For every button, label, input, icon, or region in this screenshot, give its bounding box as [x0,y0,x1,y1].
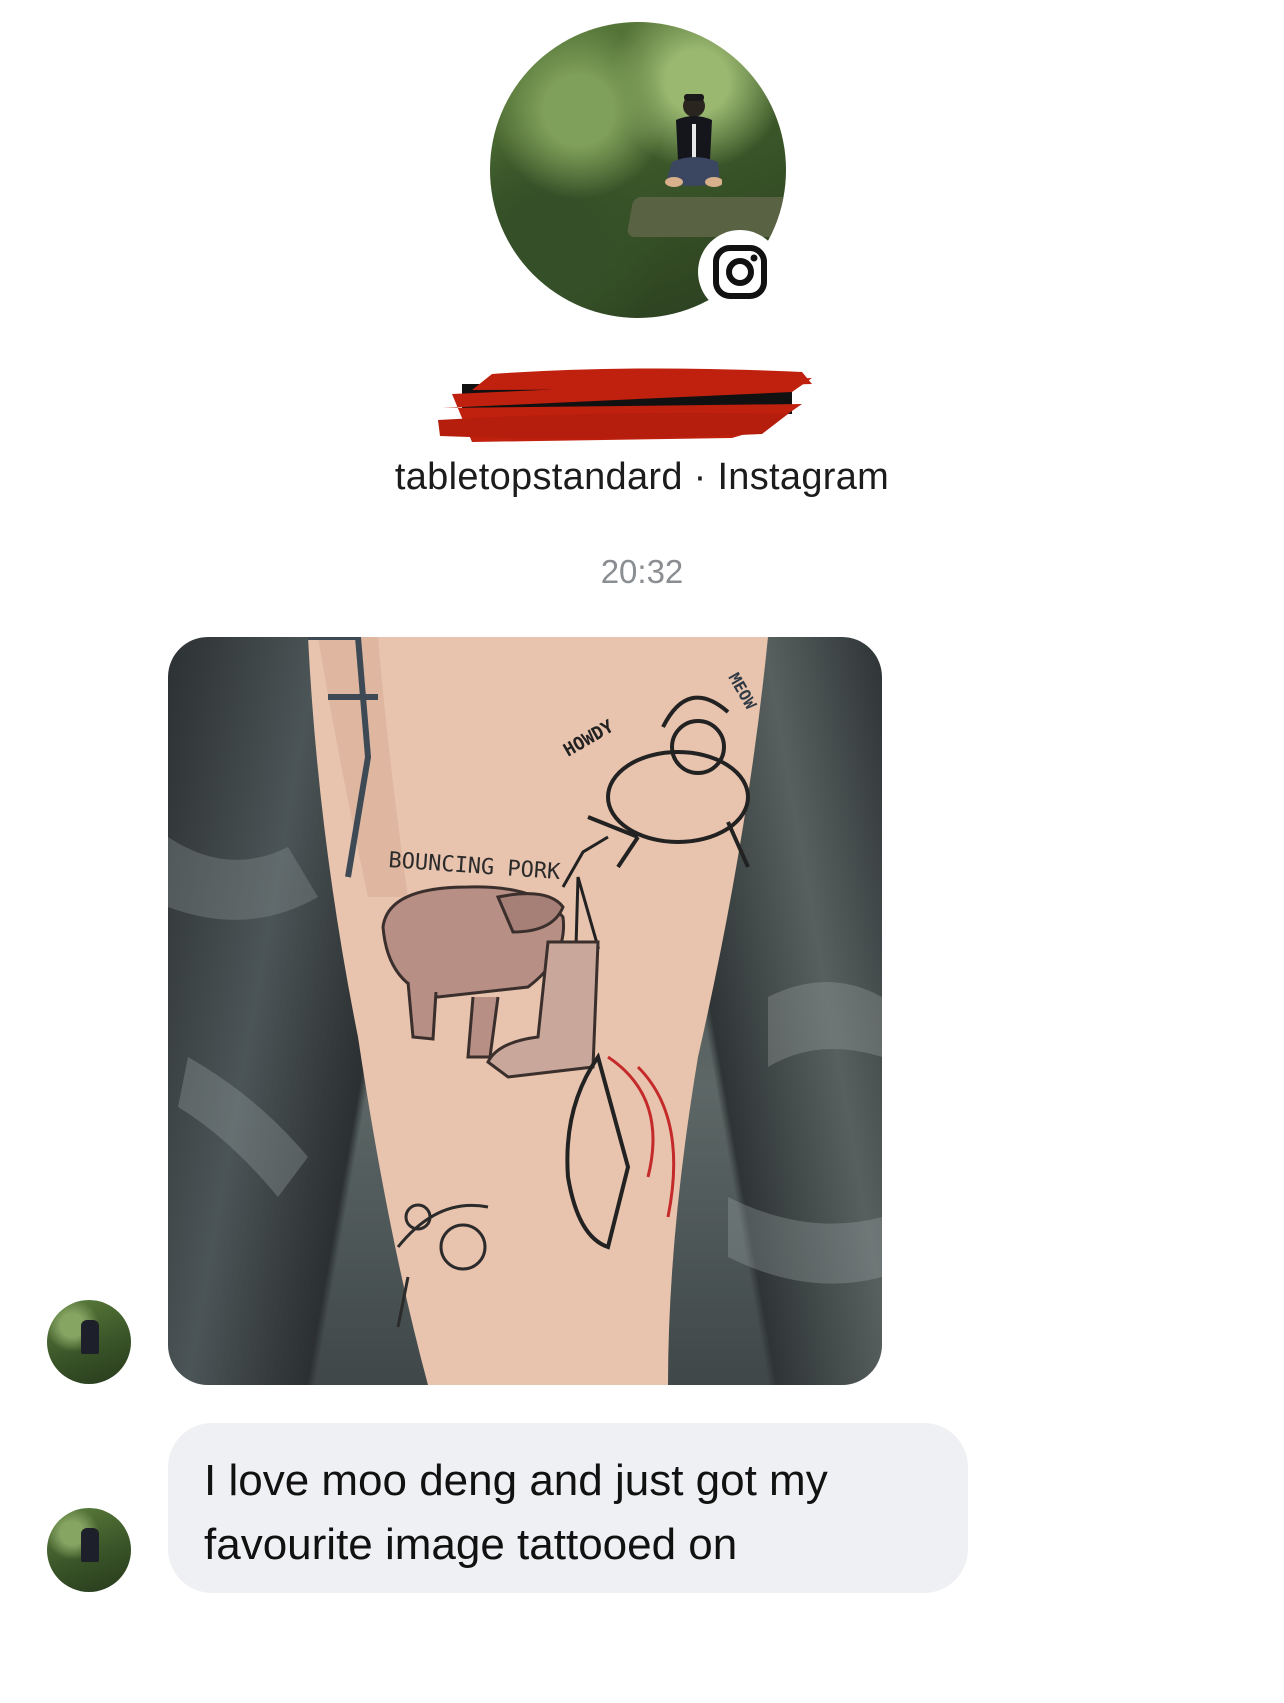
avatar-person [81,1320,99,1354]
profile-subtitle: tabletopstandard · Instagram [0,456,1284,499]
platform-text: Instagram [717,456,890,498]
avatar-rock [626,197,786,237]
message-text: I love moo deng and just got my favourit… [204,1456,828,1569]
tattoo-photo: HOWDY MEOW BOUNCING PORK [168,637,882,1385]
sender-avatar[interactable] [47,1300,131,1384]
sender-avatar[interactable] [47,1508,131,1592]
redacted-name [438,368,812,442]
avatar-person [665,94,722,187]
avatar-person [81,1528,99,1562]
message-bubble[interactable]: I love moo deng and just got my favourit… [168,1423,968,1593]
instagram-badge [698,230,782,314]
username-text: tabletopstandard [394,456,683,498]
photo-message[interactable]: HOWDY MEOW BOUNCING PORK [168,637,882,1385]
separator-dot: · [682,456,718,498]
instagram-icon [713,245,767,299]
message-timestamp: 20:32 [600,553,684,590]
